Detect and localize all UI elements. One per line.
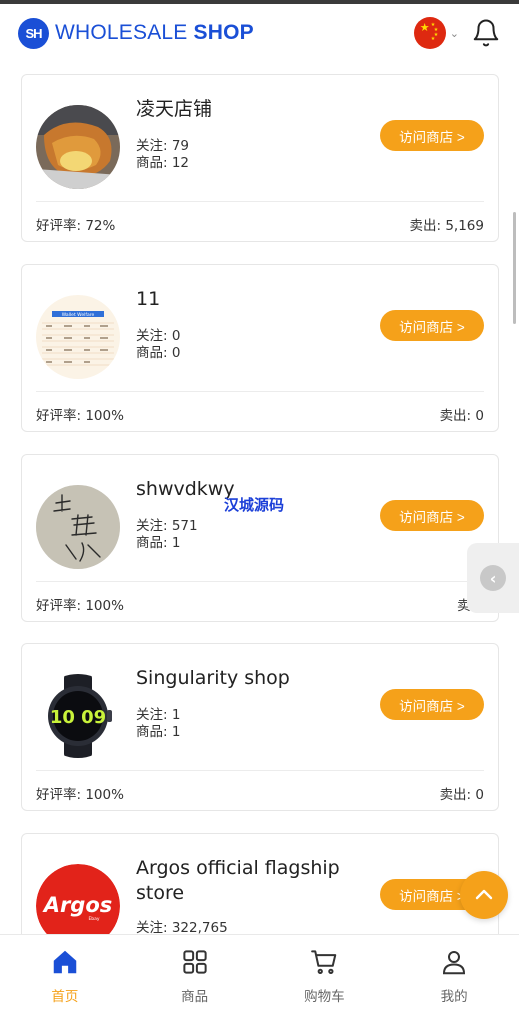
shop-avatar: 10 09 bbox=[36, 674, 120, 758]
shop-name: Argos official flagship store bbox=[136, 857, 340, 904]
app-header: SH WHOLESALE SHOP ★ ★ ★ ★ ★ ⌄ bbox=[0, 4, 519, 62]
visit-store-button[interactable]: 访问商店 > bbox=[380, 689, 484, 720]
brand-title-main: WHOLESALE bbox=[55, 21, 194, 44]
spreadsheet-title: Wallet Welfare bbox=[62, 312, 95, 318]
product-count: 商品: 12 bbox=[136, 155, 190, 171]
shop-card[interactable]: shwvdkwy 关注: 571 商品: 1 访问商店 > 好评率: 100% … bbox=[21, 454, 499, 622]
argos-logo-subtext: Ebay bbox=[88, 916, 99, 922]
brand-title: WHOLESALE SHOP bbox=[55, 21, 254, 45]
smartwatch-image: 10 09 bbox=[36, 674, 120, 758]
shop-avatar bbox=[36, 485, 120, 569]
product-count: 商品: 0 bbox=[136, 345, 181, 361]
shop-card[interactable]: 10 09 Singularity shop 关注: 1 商品: 1 访问商店 … bbox=[21, 643, 499, 811]
sold-count: 卖出: 0 bbox=[439, 787, 484, 803]
brand[interactable]: SH WHOLESALE SHOP bbox=[18, 17, 254, 49]
home-icon bbox=[53, 950, 77, 974]
shop-name: Singularity shop bbox=[136, 667, 290, 689]
rating: 好评率: 72% bbox=[36, 218, 116, 234]
product-count: 商品: 1 bbox=[136, 535, 181, 551]
divider bbox=[36, 201, 484, 202]
shop-avatar bbox=[36, 105, 120, 189]
divider bbox=[36, 391, 484, 392]
bell-icon[interactable] bbox=[471, 18, 501, 48]
rating: 好评率: 100% bbox=[36, 408, 124, 424]
sold-count: 卖出: 5,169 bbox=[409, 218, 485, 234]
rating: 好评率: 100% bbox=[36, 787, 124, 803]
visit-store-button[interactable]: 访问商店 > bbox=[380, 310, 484, 341]
rating: 好评率: 100% bbox=[36, 598, 124, 614]
brand-logo-icon: SH bbox=[18, 17, 49, 49]
argos-logo-text: Argos bbox=[42, 893, 113, 917]
product-count: 商品: 1 bbox=[136, 724, 181, 740]
chevron-left-icon: ‹ bbox=[480, 565, 506, 591]
divider bbox=[36, 770, 484, 771]
chevron-up-icon bbox=[475, 889, 493, 900]
user-icon bbox=[443, 951, 466, 975]
china-flag-icon: ★ ★ ★ ★ ★ bbox=[413, 17, 446, 49]
shop-card[interactable]: Wallet Welfare 11 关注: 0 商品: 0 访问商店 > 好评率… bbox=[21, 264, 499, 432]
nav-item-profile[interactable]: 我的 bbox=[389, 935, 519, 1024]
brand-title-bold: SHOP bbox=[193, 21, 254, 44]
nav-label: 我的 bbox=[440, 989, 468, 1005]
visit-store-button[interactable]: 访问商店 > bbox=[380, 120, 484, 151]
divider bbox=[36, 581, 484, 582]
header-actions: ★ ★ ★ ★ ★ ⌄ bbox=[413, 17, 501, 49]
watch-face-time: 10 09 bbox=[50, 707, 106, 728]
bottom-nav: 首页 商品 购物车 我的 bbox=[0, 934, 519, 1024]
scroll-to-top-button[interactable] bbox=[460, 871, 508, 919]
nav-label: 首页 bbox=[51, 989, 79, 1005]
scrollbar[interactable] bbox=[513, 212, 516, 324]
language-selector[interactable]: ★ ★ ★ ★ ★ ⌄ bbox=[413, 17, 459, 49]
watermark-text: 汉城源码 bbox=[224, 496, 285, 514]
flag-star-icon: ★ bbox=[430, 36, 436, 42]
nav-item-products[interactable]: 商品 bbox=[130, 935, 260, 1024]
calligraphy-image bbox=[36, 485, 120, 569]
shop-name: 凌天店铺 bbox=[136, 98, 213, 120]
sold-count: 卖出: 0 bbox=[439, 408, 484, 424]
grid-icon bbox=[183, 950, 207, 974]
spreadsheet-image: Wallet Welfare bbox=[36, 295, 120, 379]
shop-name: 11 bbox=[136, 288, 161, 310]
nav-label: 商品 bbox=[181, 989, 209, 1005]
nav-label: 购物车 bbox=[304, 989, 345, 1005]
flag-star-icon: ★ bbox=[419, 21, 430, 34]
food-image bbox=[36, 105, 120, 189]
cart-icon bbox=[311, 950, 337, 975]
nav-item-home[interactable]: 首页 bbox=[0, 935, 130, 1024]
follow-count: 关注: 322,765 bbox=[136, 920, 228, 936]
side-drawer-handle[interactable]: ‹ bbox=[467, 543, 519, 613]
visit-store-button[interactable]: 访问商店 > bbox=[380, 500, 484, 531]
shop-avatar: Wallet Welfare bbox=[36, 295, 120, 379]
page: SH WHOLESALE SHOP ★ ★ ★ ★ ★ ⌄ 凌天店铺 关注: 7… bbox=[0, 0, 519, 1024]
nav-item-cart[interactable]: 购物车 bbox=[260, 935, 390, 1024]
shop-card[interactable]: 凌天店铺 关注: 79 商品: 12 访问商店 > 好评率: 72% 卖出: 5… bbox=[21, 74, 499, 242]
chevron-down-icon: ⌄ bbox=[449, 26, 459, 40]
